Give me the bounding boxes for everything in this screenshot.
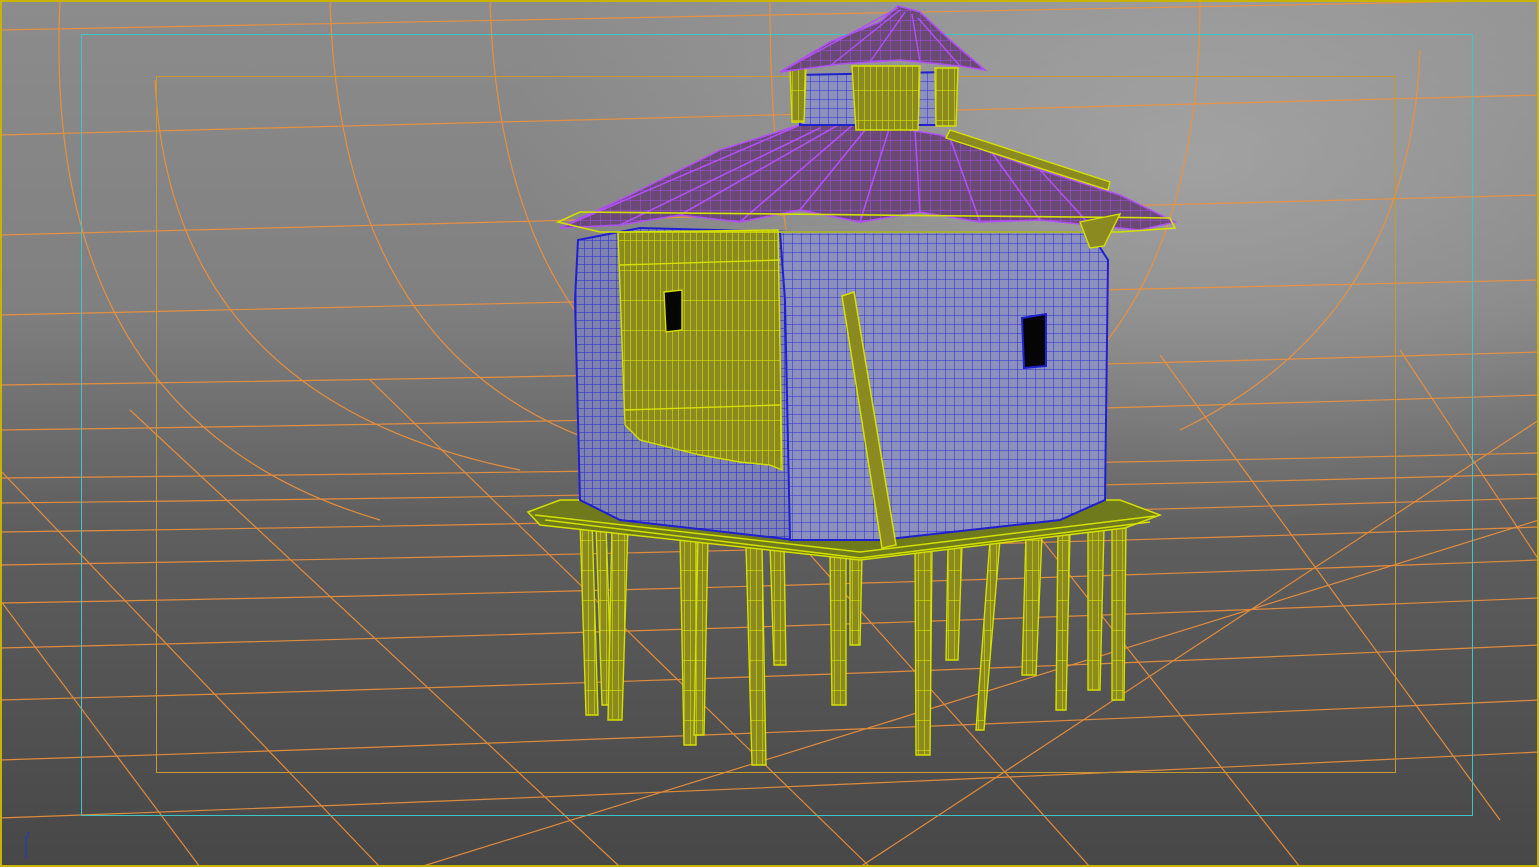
wall-window [1020, 312, 1047, 370]
wood-wall-panel [617, 229, 783, 472]
stilt-stone-hut-model[interactable] [0, 0, 1539, 867]
roof-cupola [779, 5, 988, 131]
3d-viewport[interactable]: z [0, 0, 1539, 867]
axis-gizmo [25, 836, 27, 858]
axis-z-label: z [26, 829, 31, 839]
